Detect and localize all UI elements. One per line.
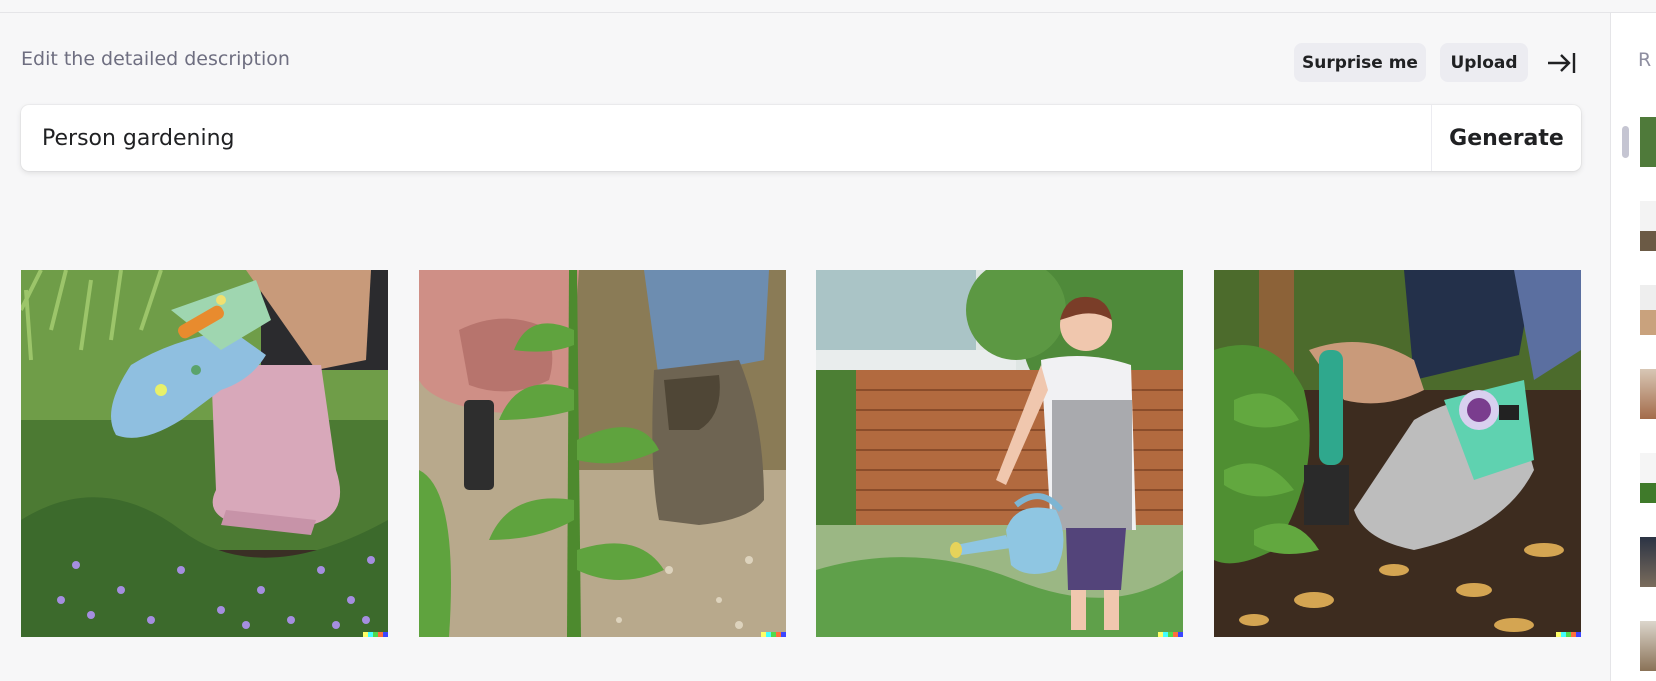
history-heading: R — [1638, 49, 1652, 71]
history-thumbnail[interactable] — [1640, 621, 1656, 671]
prompt-bar: Generate — [21, 105, 1581, 171]
result-image-1[interactable] — [21, 270, 388, 637]
signature-strip — [1556, 632, 1581, 637]
history-thumbnail[interactable] — [1640, 453, 1656, 503]
signature-strip — [1158, 632, 1183, 637]
generate-button[interactable]: Generate — [1432, 105, 1581, 171]
prompt-input[interactable] — [21, 105, 1430, 171]
scrollbar[interactable] — [1622, 126, 1629, 158]
collapse-panel-icon[interactable] — [1545, 50, 1577, 76]
editor-main: Edit the detailed description Surprise m… — [0, 0, 1610, 681]
upload-button[interactable]: Upload — [1440, 43, 1528, 82]
history-thumbnail[interactable] — [1640, 201, 1656, 251]
surprise-me-button[interactable]: Surprise me — [1294, 43, 1426, 82]
history-thumbnail[interactable] — [1640, 285, 1656, 335]
result-image-4[interactable] — [1214, 270, 1581, 637]
history-thumbnail[interactable] — [1640, 537, 1656, 587]
result-image-3[interactable] — [816, 270, 1183, 637]
history-thumbnail[interactable] — [1640, 117, 1656, 167]
result-image-2[interactable] — [419, 270, 786, 637]
history-thumbnail[interactable] — [1640, 369, 1656, 419]
description-label: Edit the detailed description — [21, 48, 290, 70]
history-sidebar: R — [1610, 13, 1656, 681]
signature-strip — [761, 632, 786, 637]
signature-strip — [363, 632, 388, 637]
